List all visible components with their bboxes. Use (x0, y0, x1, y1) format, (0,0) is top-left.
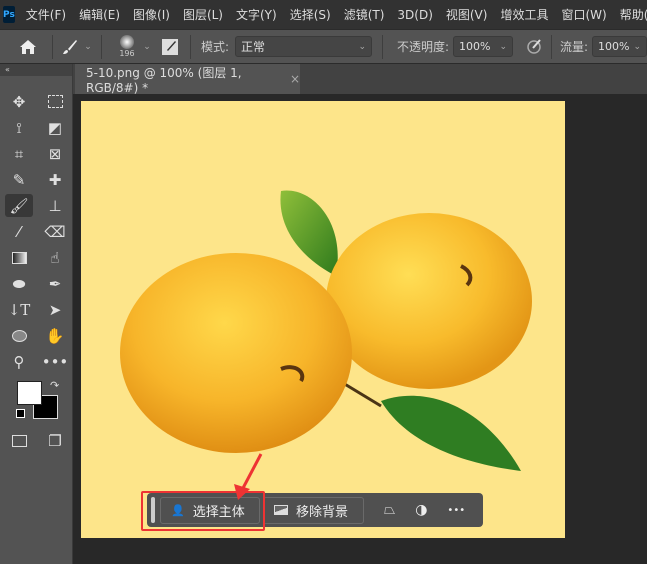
chevron-down-icon[interactable]: ⌄ (81, 42, 95, 52)
menu-view[interactable]: 视图(V) (446, 6, 488, 23)
menu-layer[interactable]: 图层(L) (183, 6, 223, 23)
brush-tool-icon[interactable]: 🖌 (5, 194, 33, 217)
brush-tip-icon (119, 35, 134, 49)
type-tool-icon[interactable]: ↓T (1, 298, 37, 321)
menu-edit[interactable]: 编辑(E) (79, 6, 120, 23)
image-icon (274, 505, 288, 515)
path-selection-tool-icon[interactable]: ➤ (37, 298, 73, 321)
object-selection-tool-icon[interactable]: ◩ (37, 116, 73, 139)
menu-select[interactable]: 选择(S) (290, 6, 331, 23)
eraser-tool-icon[interactable]: ⌫ (37, 220, 73, 243)
move-tool-icon[interactable]: ✥ (1, 90, 37, 113)
home-icon[interactable] (18, 39, 38, 54)
smudge-tool-icon[interactable]: ☝ (37, 246, 73, 269)
mode-value: 正常 (241, 40, 266, 54)
chevron-down-icon: ⌄ (358, 41, 366, 52)
menu-filter[interactable]: 滤镜(T) (344, 6, 385, 23)
close-tab-icon[interactable]: × (290, 72, 300, 86)
options-bar: ⌄ 196 ⌄ 模式: 正常 ⌄ 不透明度: 100% ⌄ 流量: 100% ⌄ (0, 29, 647, 64)
mode-dropdown[interactable]: 正常 ⌄ (235, 36, 372, 57)
pressure-opacity-icon[interactable] (525, 38, 543, 55)
mode-label: 模式: (200, 40, 230, 54)
screen-mode-icon[interactable]: ❐ (37, 429, 73, 452)
document-tab-title: 5-10.png @ 100% (图层 1, RGB/8#) * (86, 65, 242, 95)
adjustment-icon[interactable]: ◑ (415, 502, 427, 518)
quick-mask-icon[interactable] (1, 429, 37, 452)
leaf-bottom (381, 395, 521, 471)
more-options-icon[interactable]: ••• (447, 505, 465, 516)
peach-left (120, 253, 352, 453)
more-tools-icon[interactable]: ••• (37, 350, 73, 373)
marquee-tool-icon[interactable] (37, 90, 73, 113)
brush-size-picker[interactable]: 196 (114, 35, 140, 58)
crop-tool-icon[interactable]: ⌗ (1, 142, 37, 165)
history-brush-tool-icon[interactable]: ⁄ (1, 220, 37, 243)
opacity-label: 不透明度: (396, 40, 450, 54)
menu-window[interactable]: 窗口(W) (561, 6, 606, 23)
menu-type[interactable]: 文字(Y) (236, 6, 277, 23)
foreground-color-swatch[interactable] (17, 381, 42, 405)
menu-plugins[interactable]: 增效工具 (500, 6, 548, 23)
remove-background-label: 移除背景 (296, 504, 349, 520)
menu-3d[interactable]: 3D(D) (397, 8, 432, 22)
opacity-value: 100% (459, 40, 491, 53)
swap-colors-icon[interactable]: ↷ (50, 379, 59, 392)
chevron-down-icon: ⌄ (633, 41, 642, 52)
color-swatches: ↷ (0, 379, 72, 427)
opacity-field[interactable]: 100% ⌄ (453, 36, 513, 57)
tools-panel: « ✥ ⟟ ◩ ⌗ ⊠ ✎ ✚ 🖌 ⊥ ⁄ ⌫ ☝ ⬬ ✒ ↓T ➤ ✋ ⚲ •… (0, 64, 73, 564)
peach-right (326, 213, 532, 389)
dodge-tool-icon[interactable]: ⬬ (1, 272, 37, 295)
brush-settings-icon[interactable] (160, 38, 180, 55)
menu-bar: Ps 文件(F) 编辑(E) 图像(I) 图层(L) 文字(Y) 选择(S) 滤… (0, 0, 647, 29)
lasso-tool-icon[interactable]: ⟟ (1, 116, 37, 139)
healing-brush-tool-icon[interactable]: ✚ (37, 168, 73, 191)
photoshop-logo: Ps (3, 6, 15, 23)
flow-value: 100% (598, 40, 630, 53)
brush-size-value: 196 (119, 49, 135, 58)
frame-tool-icon[interactable]: ⊠ (37, 142, 73, 165)
chevron-down-icon: ⌄ (499, 41, 507, 52)
eyedropper-tool-icon[interactable]: ✎ (1, 168, 37, 191)
gradient-tool-icon[interactable] (1, 246, 37, 269)
transform-icon[interactable]: ⏢ (384, 502, 395, 518)
collapse-panel-button[interactable]: « (0, 64, 72, 76)
zoom-tool-icon[interactable]: ⚲ (1, 350, 37, 373)
default-colors-icon[interactable] (16, 409, 25, 418)
flow-label: 流量: (560, 40, 589, 54)
menu-help[interactable]: 帮助(H) (620, 6, 647, 23)
annotation-arrow (234, 453, 263, 500)
remove-background-button[interactable]: 移除背景 (263, 496, 364, 524)
menu-file[interactable]: 文件(F) (26, 6, 66, 23)
pen-tool-icon[interactable]: ✒ (37, 272, 73, 295)
clone-stamp-tool-icon[interactable]: ⊥ (37, 194, 73, 217)
brush-preset-icon[interactable] (59, 39, 81, 55)
peach-image (120, 190, 532, 471)
document-tabs: 5-10.png @ 100% (图层 1, RGB/8#) * × (73, 64, 647, 95)
menu-image[interactable]: 图像(I) (133, 6, 170, 23)
ellipse-tool-icon[interactable] (1, 324, 37, 347)
document-tab[interactable]: 5-10.png @ 100% (图层 1, RGB/8#) * × (75, 64, 300, 95)
flow-field[interactable]: 100% ⌄ (592, 36, 647, 57)
leaf-top (280, 190, 338, 276)
document-canvas[interactable] (81, 101, 565, 538)
chevron-down-icon[interactable]: ⌄ (140, 42, 154, 52)
hand-tool-icon[interactable]: ✋ (37, 324, 73, 347)
